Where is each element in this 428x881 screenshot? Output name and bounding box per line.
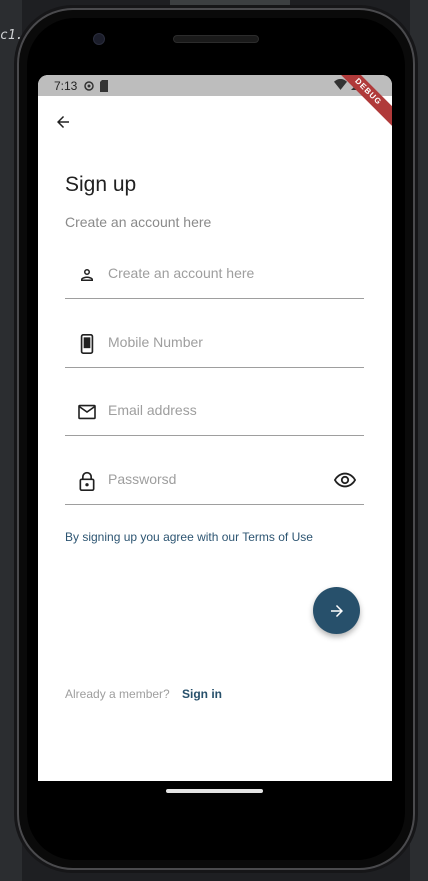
wifi-icon (334, 79, 347, 90)
arrow-forward-icon (330, 604, 343, 617)
sd-card-icon (100, 79, 109, 92)
password-field (65, 459, 364, 505)
status-time: 7:13 (54, 78, 78, 93)
front-camera (93, 33, 105, 45)
already-member-text: Already a member? (65, 687, 170, 701)
name-field (65, 253, 364, 299)
eye-icon (333, 472, 357, 488)
mobile-field (65, 322, 364, 368)
terms-of-use-link[interactable]: By signing up you agree with our Terms o… (65, 530, 313, 544)
submit-signup-button[interactable] (313, 587, 360, 634)
arrow-back-icon (57, 116, 69, 128)
mobile-input[interactable] (108, 327, 328, 357)
password-input[interactable] (108, 464, 328, 494)
mail-icon (77, 402, 97, 422)
earpiece-speaker (173, 35, 259, 43)
page-title: Sign up (65, 173, 137, 196)
home-indicator[interactable] (166, 789, 263, 793)
lock-icon (77, 471, 97, 491)
toggle-password-visibility[interactable] (333, 472, 357, 490)
page-subtitle: Create an account here (65, 214, 212, 230)
email-input[interactable] (108, 395, 328, 425)
status-bar: 7:13 (38, 75, 392, 96)
ide-toolbar-fragment (170, 0, 290, 6)
sign-in-link[interactable]: Sign in (182, 687, 222, 701)
app-screen: 7:13 DEBUG Sign up Create an account her… (38, 75, 392, 781)
smartphone-icon (77, 334, 97, 354)
back-button[interactable] (52, 111, 74, 133)
name-input[interactable] (108, 258, 328, 288)
settings-status-icon (84, 80, 95, 91)
person-icon (77, 265, 97, 285)
email-field (65, 390, 364, 436)
